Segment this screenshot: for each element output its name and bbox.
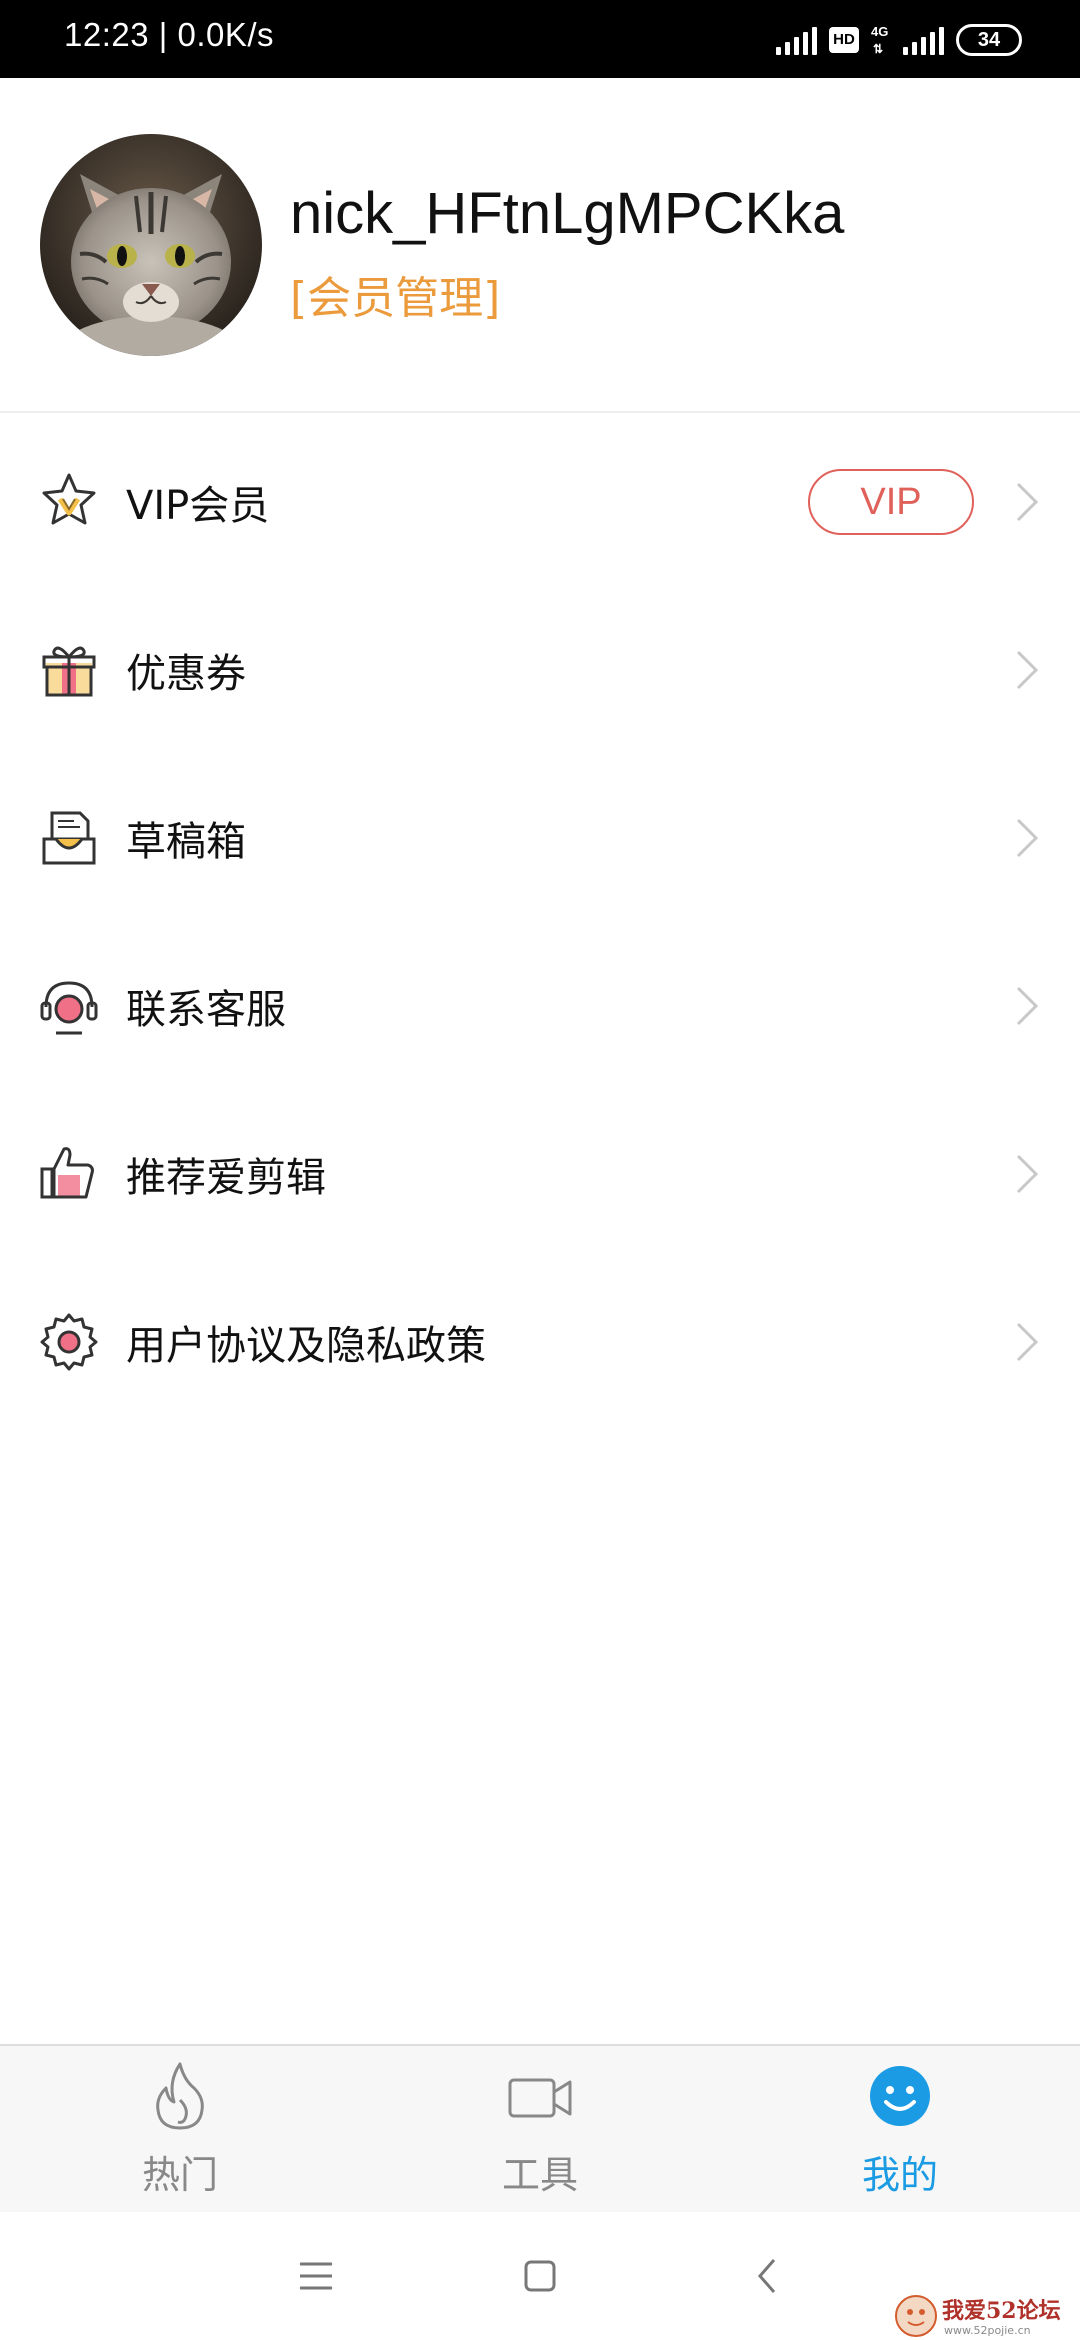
menu-label-vip: VIP会员 [126,483,270,529]
chevron-right-icon [1016,1154,1039,1194]
tab-mine[interactable]: 我的 [720,2046,1080,2214]
member-management-link[interactable]: [会员管理] [290,262,500,326]
status-time: 12:23 | 0.0K/s [64,16,275,53]
battery-icon: 34 [956,24,1022,56]
menu-item-privacy-policy[interactable]: 用户协议及隐私政策 [0,1258,1080,1426]
signal-icon [776,25,817,55]
forum-watermark-logo: 我爱52论坛 www.52pojie.cn [895,2295,1061,2337]
chevron-right-icon [1016,818,1039,858]
avatar-cat-image [40,134,262,356]
profile-header[interactable]: nick_HFtnLgMPCKka [会员管理] [0,78,1080,411]
tab-hot[interactable]: 热门 [0,2046,360,2214]
chevron-right-icon [1016,986,1039,1026]
svg-text:www.52pojie.cn: www.52pojie.cn [944,2324,1031,2337]
back-icon[interactable] [738,2246,798,2306]
status-icons: HD 4G ⇅ 34 [776,20,1022,60]
tab-label-mine: 我的 [861,2153,938,2197]
settings-gear-icon [40,1313,98,1371]
tab-label-hot: 热门 [141,2153,218,2197]
vip-badge[interactable]: VIP [808,469,974,535]
video-camera-icon [508,2078,572,2118]
menu-label-drafts: 草稿箱 [126,819,246,865]
menu-item-coupons[interactable]: 优惠券 [0,586,1080,754]
menu-item-recommend[interactable]: 推荐爱剪辑 [0,1090,1080,1258]
thumbs-up-icon [40,1147,94,1199]
signal-icon-2 [903,25,944,55]
status-bar: 12:23 | 0.0K/s HD 4G ⇅ 34 [0,0,1080,78]
flame-icon [156,2062,204,2130]
menu-label-recommend: 推荐爱剪辑 [126,1155,326,1201]
avatar[interactable] [40,134,262,356]
menu-label-coupons: 优惠券 [126,651,246,697]
menu-item-drafts[interactable]: 草稿箱 [0,754,1080,922]
menu-label-customer-service: 联系客服 [126,987,286,1033]
menu-item-customer-service[interactable]: 联系客服 [0,922,1080,1090]
smiley-icon [870,2066,930,2126]
tab-label-tools: 工具 [501,2153,578,2197]
menu-item-vip[interactable]: VIP会员 VIP [0,418,1080,586]
draft-box-icon [42,811,96,865]
header-divider [0,411,1080,413]
headset-icon [40,981,98,1035]
gift-icon [42,646,96,697]
chevron-right-icon [1016,1322,1039,1362]
chevron-right-icon [1016,650,1039,690]
svg-text:我爱52论坛: 我爱52论坛 [942,2298,1061,2324]
tab-tools[interactable]: 工具 [360,2046,720,2214]
chevron-right-icon [1016,482,1039,522]
hd-badge: HD [829,27,859,53]
menu-label-privacy-policy: 用户协议及隐私政策 [126,1323,486,1369]
network-type-icon: 4G ⇅ [871,24,889,56]
vip-star-icon [42,473,96,525]
bottom-tab-bar: 热门 工具 我的 [0,2044,1080,2212]
battery-level: 34 [977,29,1001,51]
home-icon[interactable] [510,2246,570,2306]
menu-icon[interactable] [286,2246,346,2306]
username: nick_HFtnLgMPCKka [290,181,845,246]
